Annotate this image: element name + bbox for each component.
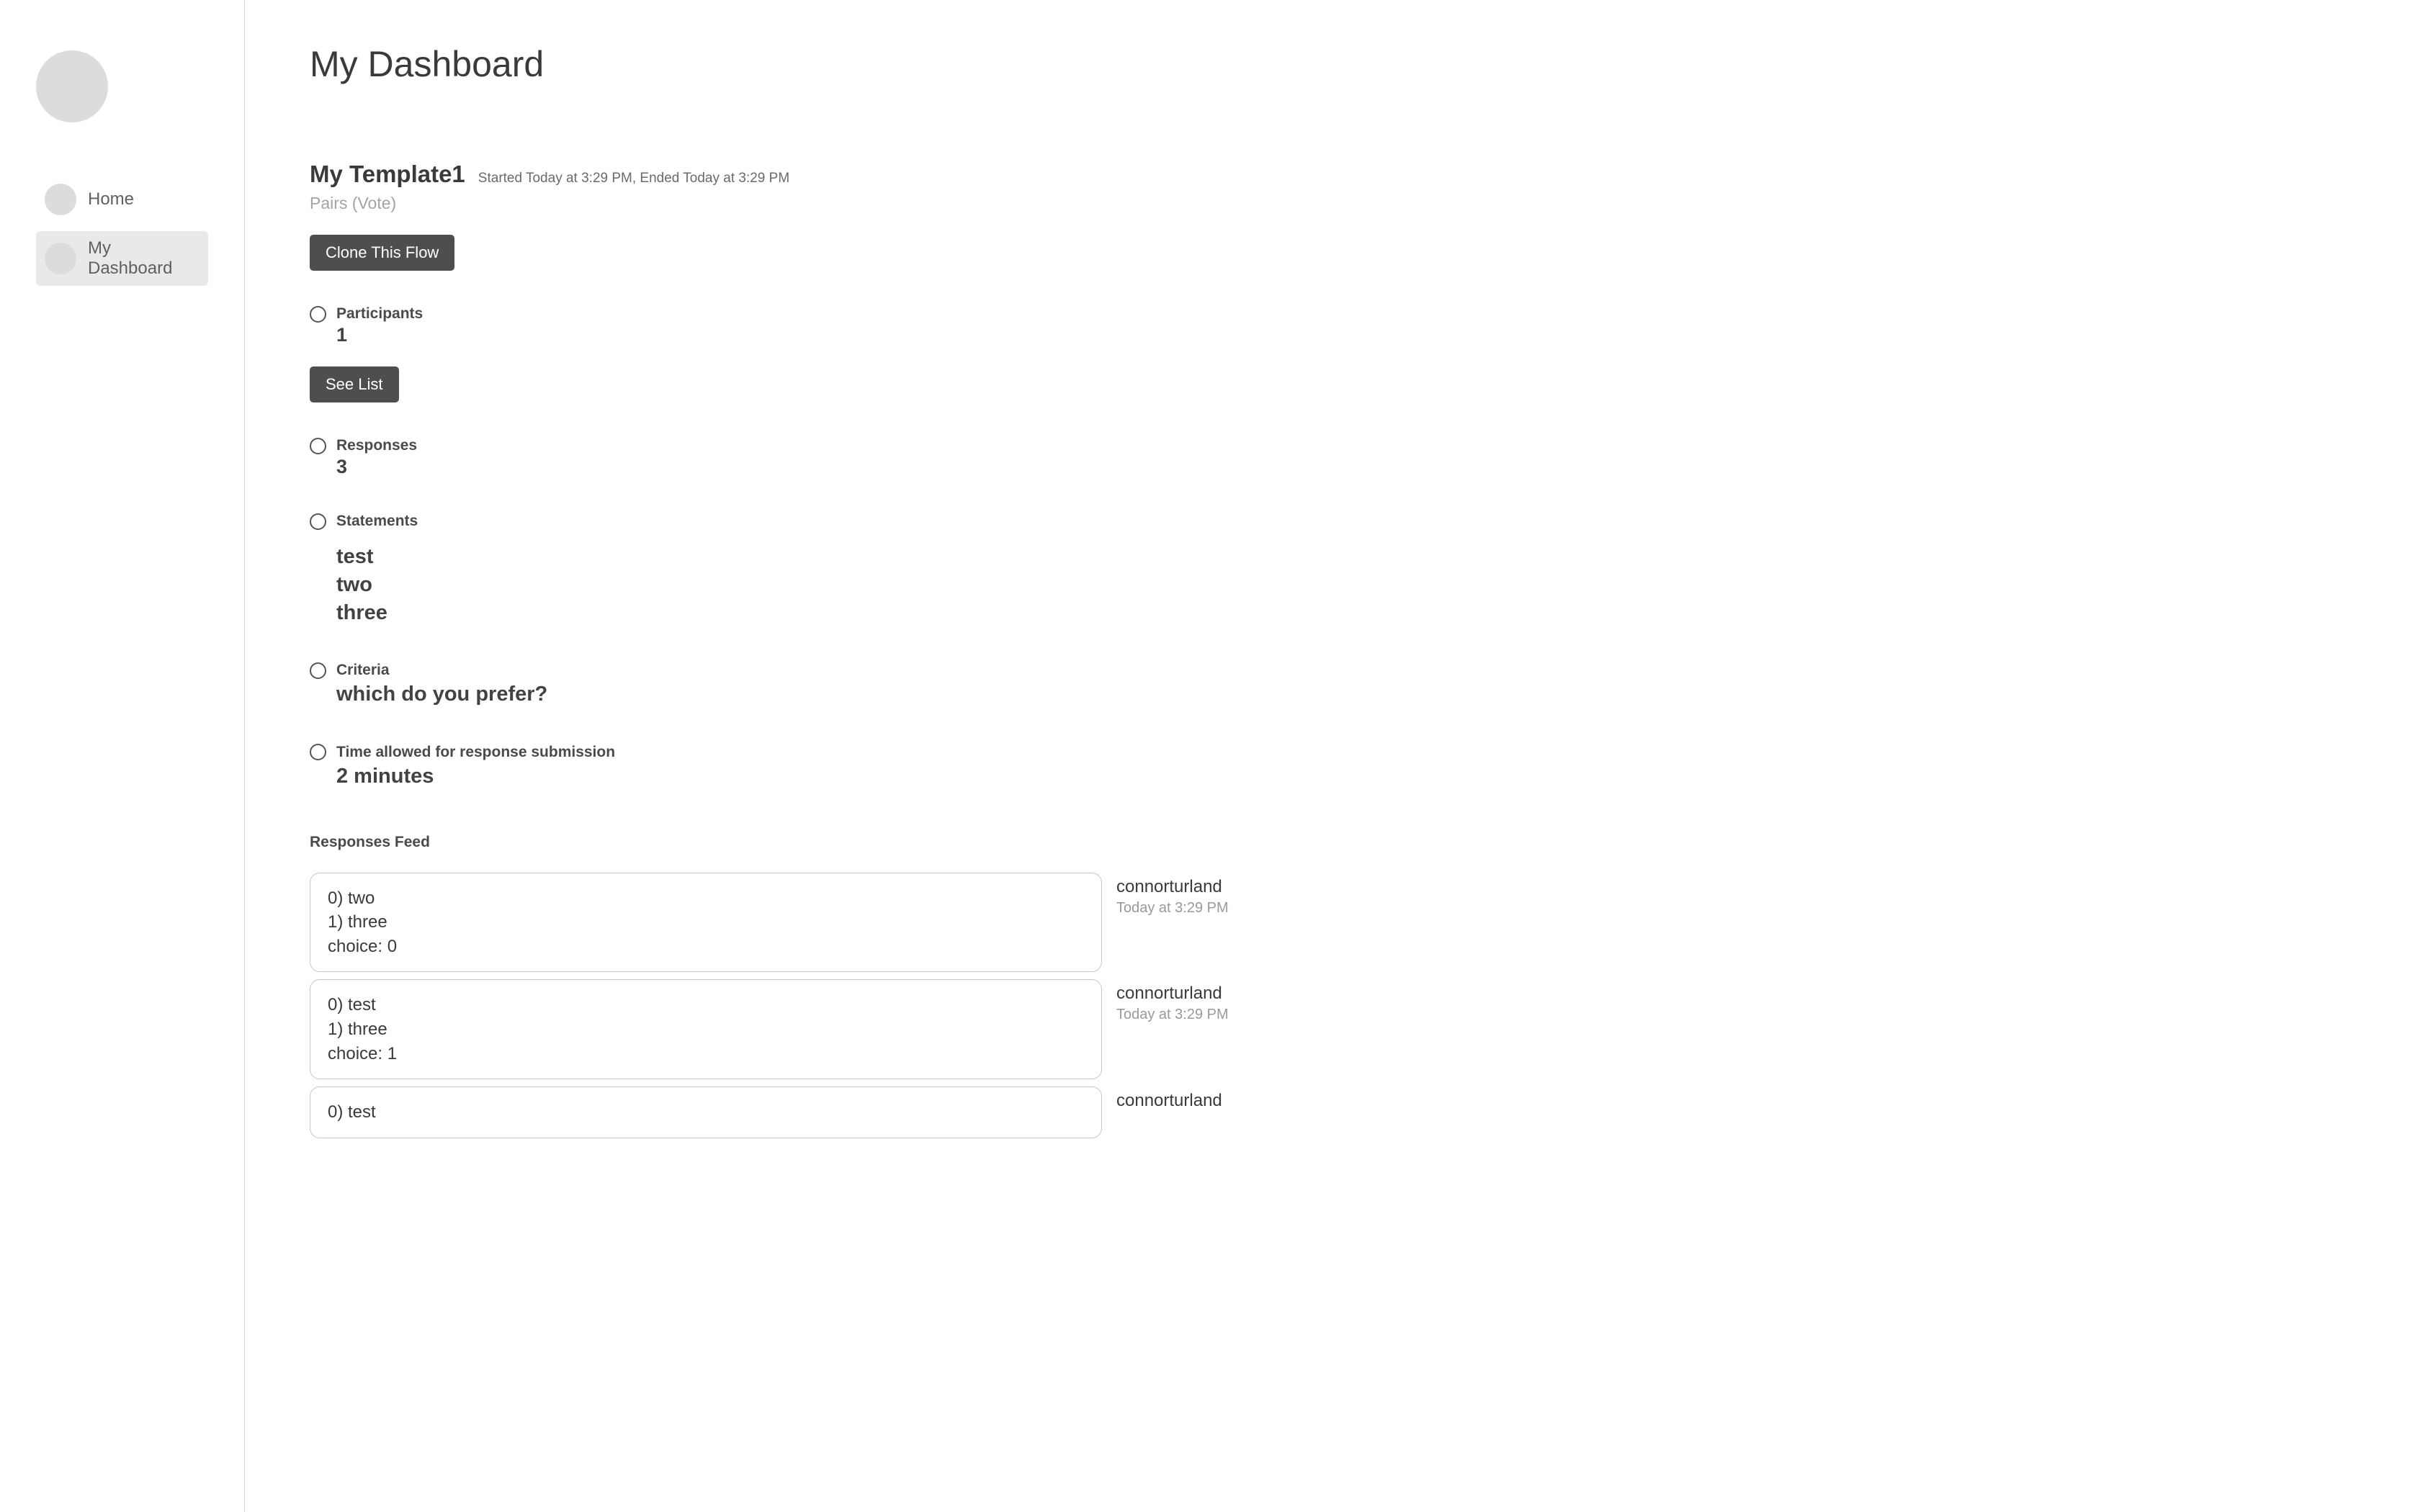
feed-line: choice: 0 [328, 935, 1084, 959]
criteria-label: Criteria [336, 662, 390, 679]
feed-line: 0) test [328, 1100, 1084, 1125]
sidebar-item-home[interactable]: Home [36, 176, 208, 222]
main-content: My Dashboard My Template1 Started Today … [245, 0, 2420, 1512]
feed-entry: 0) test connorturland [310, 1086, 1318, 1138]
participants-label: Participants [336, 305, 423, 323]
feed-entry: 0) test 1) three choice: 1 connorturland… [310, 979, 1318, 1079]
feed-line: 0) two [328, 886, 1084, 911]
statements-label: Statements [336, 513, 418, 530]
feed-line: choice: 1 [328, 1042, 1084, 1066]
time-allowed-label: Time allowed for response submission [336, 744, 615, 761]
circle-icon [310, 438, 326, 454]
feed-author: connorturland [1116, 1086, 1318, 1114]
feed-author: connorturland Today at 3:29 PM [1116, 873, 1318, 917]
feed-line: 1) three [328, 1017, 1084, 1042]
statements-section: Statements test two three [310, 513, 2355, 627]
see-list-button[interactable]: See List [310, 366, 399, 402]
circle-icon [310, 662, 326, 679]
time-allowed-section: Time allowed for response submission 2 m… [310, 744, 2355, 791]
criteria-value: which do you prefer? [336, 680, 2355, 708]
participants-count: 1 [336, 324, 2355, 346]
section-header: Criteria [310, 662, 2355, 679]
home-icon [45, 184, 76, 215]
section-header: Time allowed for response submission [310, 744, 2355, 761]
feed-author-name: connorturland [1116, 1091, 1318, 1111]
sidebar: Home My Dashboard [0, 0, 245, 1512]
section-header: Responses [310, 437, 2355, 454]
responses-section: Responses 3 [310, 437, 2355, 478]
time-allowed-value: 2 minutes [336, 762, 2355, 791]
sidebar-item-label: Home [88, 189, 134, 210]
participants-section: Participants 1 See List [310, 305, 2355, 402]
feed-entry-content: 0) two 1) three choice: 0 [310, 873, 1102, 973]
feed-entry: 0) two 1) three choice: 0 connorturland … [310, 873, 1318, 973]
template-name: My Template1 [310, 161, 465, 188]
responses-feed-title: Responses Feed [310, 834, 2355, 851]
dashboard-icon [45, 243, 76, 274]
page-title: My Dashboard [310, 43, 2355, 85]
feed-author-name: connorturland [1116, 984, 1318, 1004]
circle-icon [310, 744, 326, 760]
statement-item: test [336, 543, 2355, 571]
clone-flow-button[interactable]: Clone This Flow [310, 235, 454, 271]
criteria-section: Criteria which do you prefer? [310, 662, 2355, 708]
circle-icon [310, 306, 326, 323]
section-header: Participants [310, 305, 2355, 323]
template-meta: Started Today at 3:29 PM, Ended Today at… [478, 171, 789, 186]
responses-count: 3 [336, 456, 2355, 478]
sidebar-item-my-dashboard[interactable]: My Dashboard [36, 231, 208, 286]
feed-line: 1) three [328, 910, 1084, 935]
statement-item: three [336, 599, 2355, 627]
avatar[interactable] [36, 50, 108, 122]
feed-author-time: Today at 3:29 PM [1116, 900, 1318, 917]
template-subtitle: Pairs (Vote) [310, 194, 2355, 213]
responses-label: Responses [336, 437, 417, 454]
sidebar-item-label: My Dashboard [88, 238, 200, 279]
template-header: My Template1 Started Today at 3:29 PM, E… [310, 161, 2355, 188]
feed-author-name: connorturland [1116, 877, 1318, 897]
feed-author-time: Today at 3:29 PM [1116, 1007, 1318, 1023]
feed-line: 0) test [328, 993, 1084, 1017]
circle-icon [310, 513, 326, 530]
feed-entry-content: 0) test [310, 1086, 1102, 1138]
feed-entry-content: 0) test 1) three choice: 1 [310, 979, 1102, 1079]
feed-author: connorturland Today at 3:29 PM [1116, 979, 1318, 1023]
section-header: Statements [310, 513, 2355, 530]
responses-feed: 0) two 1) three choice: 0 connorturland … [310, 873, 1318, 1138]
statement-item: two [336, 571, 2355, 599]
statements-list: test two three [336, 543, 2355, 627]
